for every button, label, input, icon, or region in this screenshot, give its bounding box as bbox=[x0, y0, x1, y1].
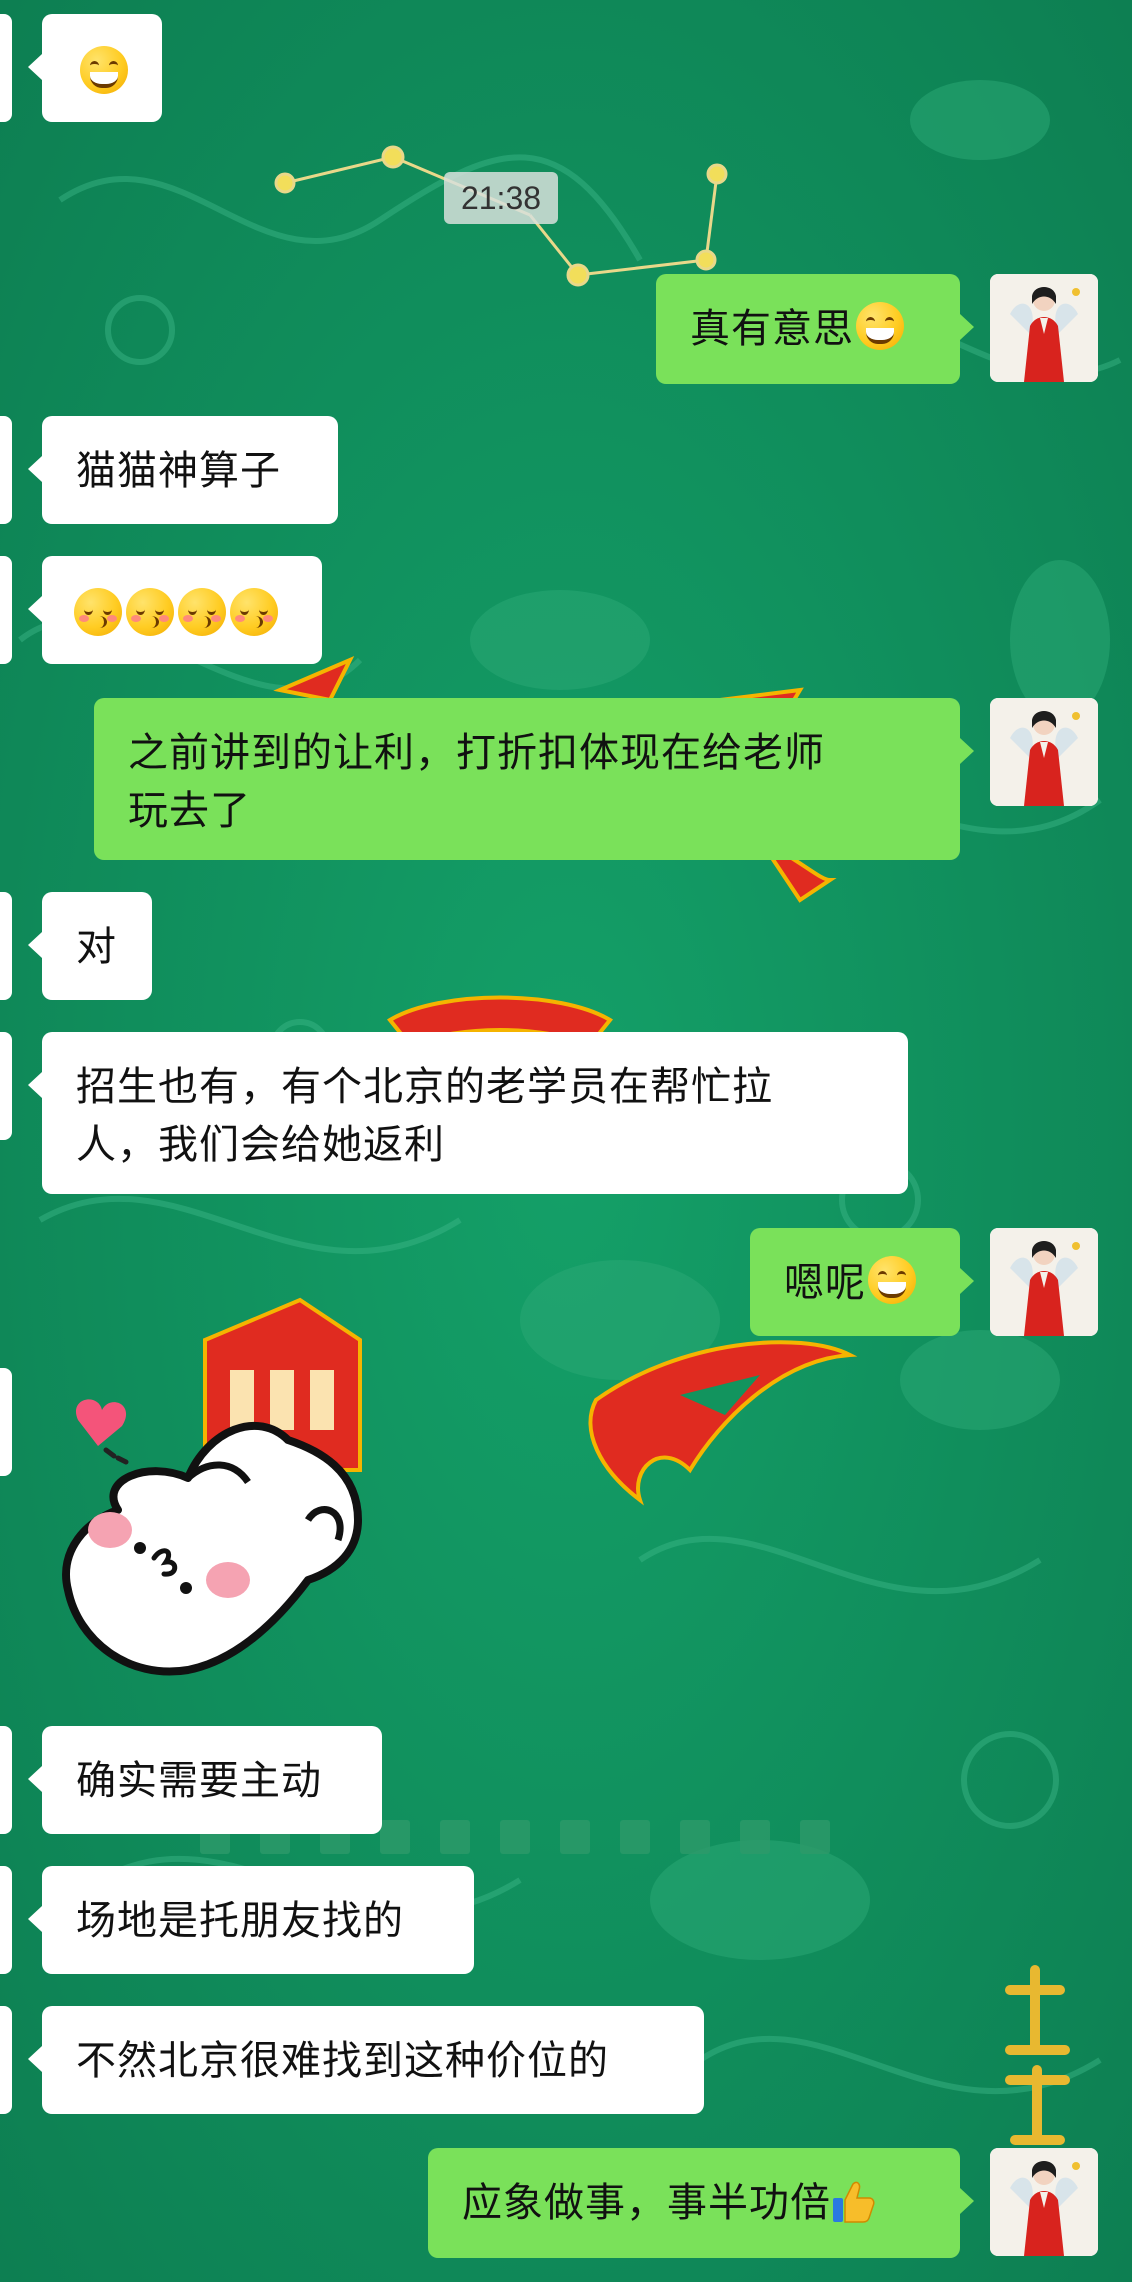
incoming-avatar-edge[interactable] bbox=[0, 556, 12, 664]
user-avatar[interactable] bbox=[990, 698, 1098, 806]
incoming-message[interactable]: 场地是托朋友找的 bbox=[28, 1866, 474, 1974]
grinning-emoji-icon bbox=[80, 46, 128, 94]
message-text-line: 人，我们会给她返利 bbox=[76, 1122, 445, 1168]
bunny-heart-sticker[interactable] bbox=[58, 1370, 378, 1690]
incoming-message-emoji[interactable] bbox=[28, 556, 322, 664]
incoming-message[interactable]: 确实需要主动 bbox=[28, 1726, 382, 1834]
kissing-emoji-icon bbox=[126, 588, 174, 636]
avatar-red-hanfu-icon bbox=[990, 274, 1098, 382]
kissing-emoji-icon bbox=[74, 588, 122, 636]
kissing-emoji-icon bbox=[230, 588, 278, 636]
incoming-message[interactable]: 招生也有，有个北京的老学员在帮忙拉 人，我们会给她返利 bbox=[28, 1032, 908, 1194]
message-text: 嗯呢 bbox=[784, 1260, 866, 1306]
message-text: 猫猫神算子 bbox=[76, 448, 281, 494]
grinning-emoji-icon bbox=[868, 1256, 916, 1304]
outgoing-message[interactable]: 真有意思 bbox=[656, 274, 974, 384]
user-avatar[interactable] bbox=[990, 274, 1098, 382]
incoming-avatar-edge[interactable] bbox=[0, 1726, 12, 1834]
incoming-avatar-edge[interactable] bbox=[0, 1368, 12, 1476]
incoming-avatar-edge[interactable] bbox=[0, 892, 12, 1000]
thumbs-up-icon bbox=[833, 2181, 875, 2223]
incoming-avatar-edge[interactable] bbox=[0, 1032, 12, 1140]
grinning-emoji-icon bbox=[856, 302, 904, 350]
outgoing-message[interactable]: 之前讲到的让利，打折扣体现在给老师 玩去了 bbox=[94, 698, 974, 860]
incoming-message-emoji[interactable] bbox=[28, 14, 162, 122]
avatar-red-hanfu-icon bbox=[990, 2148, 1098, 2256]
message-text: 确实需要主动 bbox=[76, 1758, 322, 1804]
message-text-line: 之前讲到的让利，打折扣体现在给老师 bbox=[128, 730, 825, 776]
message-text: 应象做事，事半功倍 bbox=[462, 2180, 831, 2226]
incoming-avatar-edge[interactable] bbox=[0, 1866, 12, 1974]
message-text: 对 bbox=[76, 924, 117, 970]
incoming-message[interactable]: 猫猫神算子 bbox=[28, 416, 338, 524]
message-text: 真有意思 bbox=[690, 306, 854, 352]
incoming-message[interactable]: 对 bbox=[28, 892, 152, 1000]
avatar-red-hanfu-icon bbox=[990, 698, 1098, 806]
outgoing-message[interactable]: 应象做事，事半功倍 bbox=[428, 2148, 974, 2258]
message-text: 不然北京很难找到这种价位的 bbox=[76, 2038, 609, 2084]
chat-timestamp: 21:38 bbox=[444, 172, 558, 224]
message-text-line: 玩去了 bbox=[128, 788, 251, 834]
user-avatar[interactable] bbox=[990, 2148, 1098, 2256]
incoming-avatar-edge[interactable] bbox=[0, 14, 12, 122]
incoming-message[interactable]: 不然北京很难找到这种价位的 bbox=[28, 2006, 704, 2114]
avatar-red-hanfu-icon bbox=[990, 1228, 1098, 1336]
incoming-avatar-edge[interactable] bbox=[0, 416, 12, 524]
message-text: 场地是托朋友找的 bbox=[76, 1898, 404, 1944]
outgoing-message[interactable]: 嗯呢 bbox=[750, 1228, 974, 1336]
kissing-emoji-icon bbox=[178, 588, 226, 636]
user-avatar[interactable] bbox=[990, 1228, 1098, 1336]
incoming-avatar-edge[interactable] bbox=[0, 2006, 12, 2114]
message-text-line: 招生也有，有个北京的老学员在帮忙拉 bbox=[76, 1064, 773, 1110]
